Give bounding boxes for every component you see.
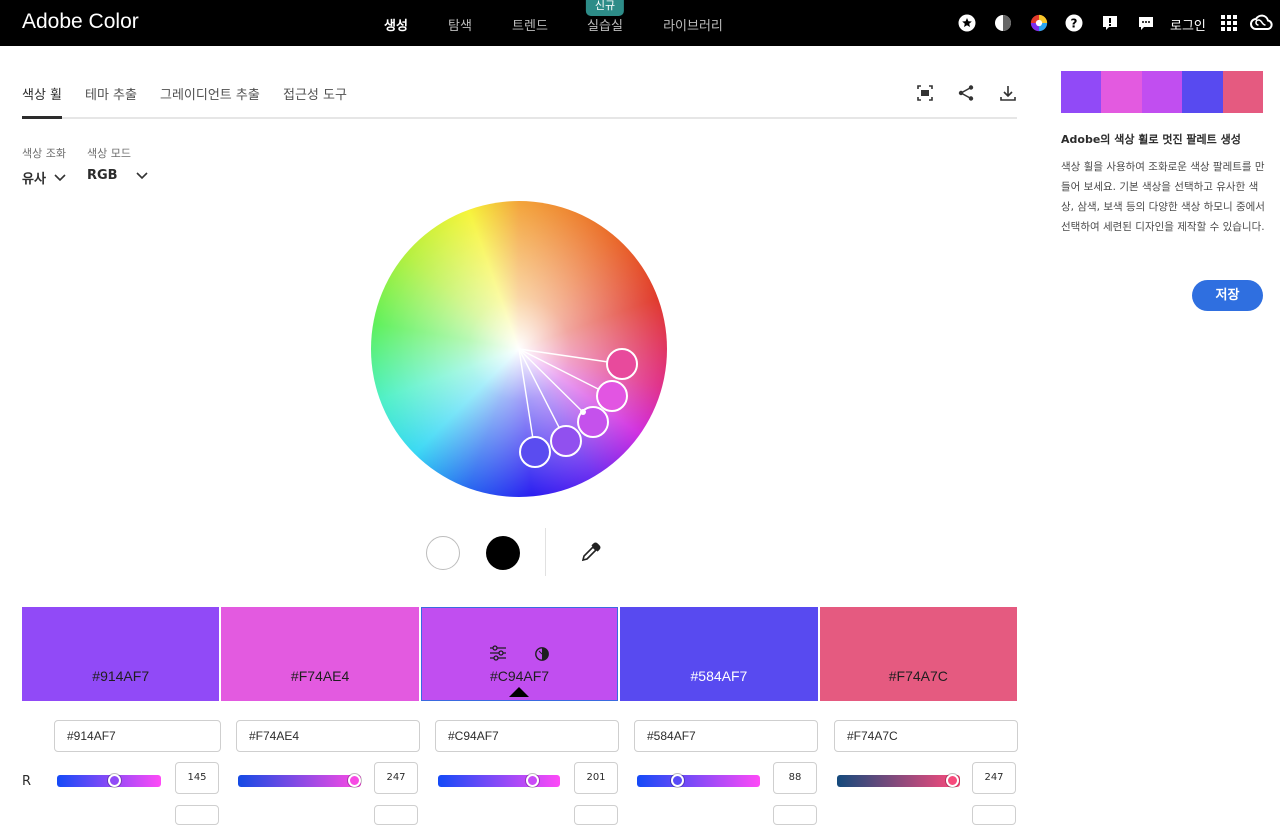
hex-input-2[interactable]: #F74AE4 — [236, 720, 420, 752]
color-palette: #914AF7 #F74AE4 #C94AF7 #584AF7 #F74A7C — [22, 607, 1018, 701]
hex-input-1[interactable]: #914AF7 — [54, 720, 221, 752]
harmony-label: 색상 조화 — [22, 147, 66, 160]
color-mode-dropdown[interactable]: RGB — [87, 168, 148, 183]
tab-extract-gradient[interactable]: 그레이디언트 추출 — [160, 84, 260, 103]
preview-swatch — [1061, 71, 1102, 113]
base-color-icon[interactable] — [534, 646, 549, 665]
contrast-icon[interactable] — [994, 14, 1012, 32]
sidebar-description: 색상 휠을 사용하여 조화로운 색상 팔레트를 만들어 보세요. 기본 색상을 … — [1061, 161, 1265, 233]
red-slider-3[interactable] — [438, 774, 560, 787]
red-value-2[interactable]: 247 — [374, 762, 418, 794]
sidebar-title: Adobe의 색상 휠로 멋진 팔레트 생성 — [1061, 133, 1241, 146]
red-slider-5[interactable] — [837, 774, 960, 787]
slider-knob[interactable] — [671, 774, 684, 787]
swatch-1[interactable]: #914AF7 — [22, 607, 220, 701]
tab-color-wheel[interactable]: 색상 휠 — [22, 84, 62, 103]
nav-library[interactable]: 라이브러리 — [663, 15, 723, 34]
nav-explore[interactable]: 탐색 — [448, 15, 472, 34]
red-value-4[interactable]: 88 — [773, 762, 817, 794]
help-icon[interactable]: ? — [1065, 14, 1083, 32]
adjust-sliders-icon[interactable] — [489, 645, 507, 665]
harmony-value: 유사 — [22, 172, 46, 187]
color-wheel-handles — [518, 348, 638, 468]
green-value-2[interactable] — [374, 805, 418, 825]
creative-cloud-icon[interactable] — [1250, 14, 1274, 32]
green-value-4[interactable] — [773, 805, 817, 825]
swatch-hex: #F74A7C — [888, 668, 948, 684]
red-value-5[interactable]: 247 — [972, 762, 1016, 794]
fullscreen-icon[interactable] — [916, 84, 934, 102]
black-brightness-button[interactable] — [486, 536, 520, 570]
swatch-hex: #C94AF7 — [489, 668, 550, 684]
preview-swatch — [1222, 71, 1264, 113]
swatch-3-selected[interactable]: #C94AF7 — [420, 607, 619, 701]
active-tab-indicator — [22, 116, 62, 119]
slider-knob[interactable] — [526, 774, 539, 787]
swatch-4[interactable]: #584AF7 — [620, 607, 818, 701]
feedback-icon[interactable] — [1101, 14, 1119, 32]
download-icon[interactable] — [999, 84, 1017, 102]
hex-input-4[interactable]: #584AF7 — [634, 720, 818, 752]
nav-create[interactable]: 생성 — [384, 15, 408, 34]
swatch-hex: #584AF7 — [690, 668, 748, 684]
chevron-down-icon — [136, 171, 148, 179]
red-slider-4[interactable] — [637, 774, 760, 787]
apps-grid-icon[interactable] — [1220, 14, 1238, 32]
swatch-5[interactable]: #F74A7C — [819, 607, 1018, 701]
nav-trends[interactable]: 트렌드 — [512, 15, 548, 34]
palette-preview — [1061, 71, 1264, 113]
green-value-1[interactable] — [175, 805, 219, 825]
tab-extract-theme[interactable]: 테마 추출 — [85, 84, 137, 103]
color-mode-label: 색상 모드 — [87, 147, 131, 160]
color-mode-value: RGB — [87, 168, 118, 183]
red-slider-2[interactable] — [238, 774, 361, 787]
white-brightness-button[interactable] — [426, 536, 460, 570]
new-badge: 신규 — [585, 0, 625, 16]
wheel-handle-0 — [550, 425, 582, 457]
hex-input-5[interactable]: #F74A7C — [834, 720, 1018, 752]
red-value-1[interactable]: 145 — [175, 762, 219, 794]
slider-knob[interactable] — [348, 774, 361, 787]
chat-icon[interactable] — [1137, 14, 1155, 32]
tab-divider — [22, 117, 1017, 119]
slider-knob[interactable] — [946, 774, 959, 787]
preview-swatch — [1101, 71, 1142, 113]
swatch-2[interactable]: #F74AE4 — [221, 607, 419, 701]
wheel-handle-4 — [606, 348, 638, 380]
login-link[interactable]: 로그인 — [1170, 15, 1206, 34]
share-icon[interactable] — [957, 84, 975, 102]
slider-knob[interactable] — [108, 774, 121, 787]
chevron-down-icon — [54, 173, 66, 181]
preview-swatch — [1141, 71, 1183, 113]
green-value-3[interactable] — [574, 805, 618, 825]
nav-lab[interactable]: 실습실 — [587, 15, 623, 34]
adobe-color-logo[interactable]: Adobe Color — [22, 10, 139, 34]
color-wheel-icon[interactable] — [1030, 14, 1048, 32]
hex-input-3[interactable]: #C94AF7 — [435, 720, 619, 752]
tab-accessibility-tools[interactable]: 접근성 도구 — [283, 84, 347, 103]
save-button[interactable]: 저장 — [1192, 280, 1263, 311]
swatch-hex: #914AF7 — [92, 668, 150, 684]
red-value-3[interactable]: 201 — [574, 762, 618, 794]
eyedropper-icon[interactable] — [580, 541, 602, 563]
top-navigation-bar: Adobe Color 생성 탐색 트렌드 신규 실습실 라이브러리 ? 로그인 — [0, 0, 1280, 46]
green-value-5[interactable] — [972, 805, 1016, 825]
red-channel-label: R — [22, 774, 32, 789]
preview-swatch — [1182, 71, 1223, 113]
harmony-dropdown[interactable]: 유사 — [22, 168, 66, 187]
red-slider-1[interactable] — [57, 774, 161, 787]
divider — [545, 528, 546, 576]
selected-arrow-icon — [508, 687, 529, 697]
wheel-handle-3 — [519, 436, 551, 468]
wheel-handle-2 — [596, 380, 628, 412]
star-icon[interactable] — [958, 14, 976, 32]
svg-text:?: ? — [1071, 17, 1078, 31]
swatch-hex: #F74AE4 — [290, 668, 350, 684]
